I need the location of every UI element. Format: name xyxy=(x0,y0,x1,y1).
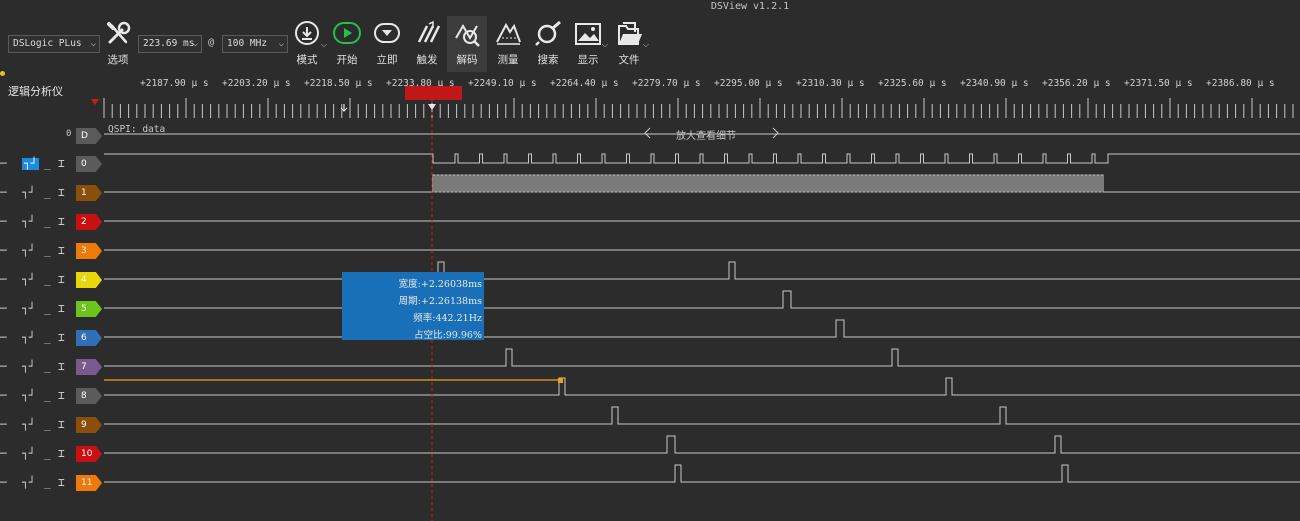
trigger-any-icon[interactable]: ⌶ xyxy=(58,158,65,170)
trigger-any-icon[interactable]: ⌶ xyxy=(58,390,65,402)
trigger-falling-icon[interactable]: ┐┘ xyxy=(22,158,40,170)
trigger-none-icon[interactable]: ─ xyxy=(0,187,7,199)
trigger-low-icon[interactable]: _ xyxy=(44,361,51,373)
channel-row[interactable]: ─ ┐┘ _ ⌶ 1 xyxy=(0,182,104,210)
trigger-selector[interactable]: ─ ┐┘ _ ⌶ xyxy=(0,216,72,230)
measure-frequency: 频率:442.21Hz xyxy=(413,313,482,324)
channel-tag[interactable]: 1 xyxy=(76,185,102,201)
trigger-low-icon[interactable]: _ xyxy=(44,245,51,257)
signal-list: 0 D QSPI: data 放大查看细节 ─ ┐┘ _ ⌶ 0 ─ ┐┘ _ ⌶ 1 ─ ┐┘ _ ⌶ 2… xyxy=(0,122,1300,521)
trigger-selector[interactable]: ─ ┐┘ _ ⌶ xyxy=(0,419,72,433)
trigger-falling-icon[interactable]: ┐┘ xyxy=(22,361,35,373)
channel-row[interactable]: ─ ┐┘ _ ⌶ 8 xyxy=(0,385,104,413)
channel-tag[interactable]: 6 xyxy=(76,330,102,346)
trigger-low-icon[interactable]: _ xyxy=(44,390,51,402)
trigger-none-icon[interactable]: ─ xyxy=(0,332,7,344)
channel-row[interactable]: ─ ┐┘ _ ⌶ 0 xyxy=(0,153,104,181)
trigger-selector[interactable]: ─ ┐┘ _ ⌶ xyxy=(0,361,72,375)
channel-tag[interactable]: 4 xyxy=(76,272,102,288)
trigger-none-icon[interactable]: ─ xyxy=(0,390,7,402)
channel-row[interactable]: ─ ┐┘ _ ⌶ 2 xyxy=(0,211,104,239)
channel-tag[interactable]: 9 xyxy=(76,417,102,433)
trigger-any-icon[interactable]: ⌶ xyxy=(58,303,65,315)
trigger-falling-icon[interactable]: ┐┘ xyxy=(22,448,35,460)
trigger-any-icon[interactable]: ⌶ xyxy=(58,216,65,228)
cursor-head-icon xyxy=(428,104,436,110)
decoder-tag[interactable]: D xyxy=(76,128,102,144)
trigger-any-icon[interactable]: ⌶ xyxy=(58,332,65,344)
channel-row[interactable]: ─ ┐┘ _ ⌶ 4 xyxy=(0,269,104,297)
channel-row[interactable]: ─ ┐┘ _ ⌶ 11 xyxy=(0,472,104,500)
trigger-falling-icon[interactable]: ┐┘ xyxy=(22,390,35,402)
trigger-low-icon[interactable]: _ xyxy=(44,216,51,228)
trigger-falling-icon[interactable]: ┐┘ xyxy=(22,419,35,431)
trigger-low-icon[interactable]: _ xyxy=(44,419,51,431)
trigger-low-icon[interactable]: _ xyxy=(44,158,51,170)
measurement-popup: 宽度:+2.26038ms 周期:+2.26138ms 频率:442.21Hz … xyxy=(342,272,484,341)
trigger-none-icon[interactable]: ─ xyxy=(0,361,7,373)
trigger-low-icon[interactable]: _ xyxy=(44,332,51,344)
trigger-none-icon[interactable]: ─ xyxy=(0,477,7,489)
trigger-any-icon[interactable]: ⌶ xyxy=(58,448,65,460)
trigger-falling-icon[interactable]: ┐┘ xyxy=(22,274,35,286)
trigger-none-icon[interactable]: ─ xyxy=(0,158,7,170)
trigger-none-icon[interactable]: ─ xyxy=(0,216,7,228)
trigger-selector[interactable]: ─ ┐┘ _ ⌶ xyxy=(0,245,72,259)
channel-tag[interactable]: 7 xyxy=(76,359,102,375)
measure-period: 周期:+2.26138ms xyxy=(398,296,482,307)
decoder-index: 0 xyxy=(66,129,72,139)
trigger-none-icon[interactable]: ─ xyxy=(0,448,7,460)
trigger-low-icon[interactable]: _ xyxy=(44,448,51,460)
channel-tag[interactable]: 8 xyxy=(76,388,102,404)
trigger-falling-icon[interactable]: ┐┘ xyxy=(22,303,35,315)
trigger-none-icon[interactable]: ─ xyxy=(0,245,7,257)
channel-row[interactable]: ─ ┐┘ _ ⌶ 6 xyxy=(0,327,104,355)
zoom-hint: 放大查看细节 xyxy=(676,131,736,142)
trigger-selector[interactable]: ─ ┐┘ _ ⌶ xyxy=(0,477,72,491)
channel-row[interactable]: ─ ┐┘ _ ⌶ 9 xyxy=(0,414,104,442)
trigger-any-icon[interactable]: ⌶ xyxy=(58,477,65,489)
trigger-any-icon[interactable]: ⌶ xyxy=(58,187,65,199)
channel-row[interactable]: ─ ┐┘ _ ⌶ 7 xyxy=(0,356,104,384)
decoder-row[interactable]: 0 D xyxy=(0,125,104,153)
trigger-low-icon[interactable]: _ xyxy=(44,187,51,199)
trigger-selector[interactable]: ─ ┐┘ _ ⌶ xyxy=(0,332,72,346)
measure-duty: 占空比:99.96% xyxy=(414,330,482,341)
trigger-selector[interactable]: ─ ┐┘ _ ⌶ xyxy=(0,390,72,404)
channel-tag[interactable]: 2 xyxy=(76,214,102,230)
trigger-falling-icon[interactable]: ┐┘ xyxy=(22,216,35,228)
trigger-none-icon[interactable]: ─ xyxy=(0,274,7,286)
channel-tag[interactable]: 10 xyxy=(76,446,102,462)
channel-row[interactable]: ─ ┐┘ _ ⌶ 5 xyxy=(0,298,104,326)
trigger-any-icon[interactable]: ⌶ xyxy=(58,245,65,257)
trigger-any-icon[interactable]: ⌶ xyxy=(58,274,65,286)
trigger-selector[interactable]: ─ ┐┘ _ ⌶ xyxy=(0,303,72,317)
trigger-falling-icon[interactable]: ┐┘ xyxy=(22,245,35,257)
channel-tag[interactable]: 0 xyxy=(76,156,102,172)
channel-row[interactable]: ─ ┐┘ _ ⌶ 10 xyxy=(0,443,104,471)
trigger-low-icon[interactable]: _ xyxy=(44,303,51,315)
trigger-any-icon[interactable]: ⌶ xyxy=(58,419,65,431)
trigger-any-icon[interactable]: ⌶ xyxy=(58,361,65,373)
trigger-none-icon[interactable]: ─ xyxy=(0,419,7,431)
channel-tag[interactable]: 3 xyxy=(76,243,102,259)
channel-tag[interactable]: 5 xyxy=(76,301,102,317)
measure-width: 宽度:+2.26038ms xyxy=(398,279,482,290)
trigger-low-icon[interactable]: _ xyxy=(44,477,51,489)
trigger-selector[interactable]: ─ ┐┘ _ ⌶ xyxy=(0,274,72,288)
decoder-name: QSPI: data xyxy=(108,124,166,135)
trigger-none-icon[interactable]: ─ xyxy=(0,303,7,315)
ruler-marker-icon xyxy=(91,99,99,105)
trigger-falling-icon[interactable]: ┐┘ xyxy=(22,477,35,489)
trigger-falling-icon[interactable]: ┐┘ xyxy=(22,332,35,344)
trigger-low-icon[interactable]: _ xyxy=(44,274,51,286)
trigger-selector[interactable]: ─ ┐┘ _ ⌶ xyxy=(0,187,72,201)
trigger-selector[interactable]: ─ ┐┘ _ ⌶ xyxy=(0,448,72,462)
channel-row[interactable]: ─ ┐┘ _ ⌶ 3 xyxy=(0,240,104,268)
trigger-falling-icon[interactable]: ┐┘ xyxy=(22,187,35,199)
trigger-selector[interactable]: ─ ┐┘ _ ⌶ xyxy=(0,158,72,172)
cursor-flag[interactable] xyxy=(405,86,462,100)
channel-tag[interactable]: 11 xyxy=(76,475,102,491)
